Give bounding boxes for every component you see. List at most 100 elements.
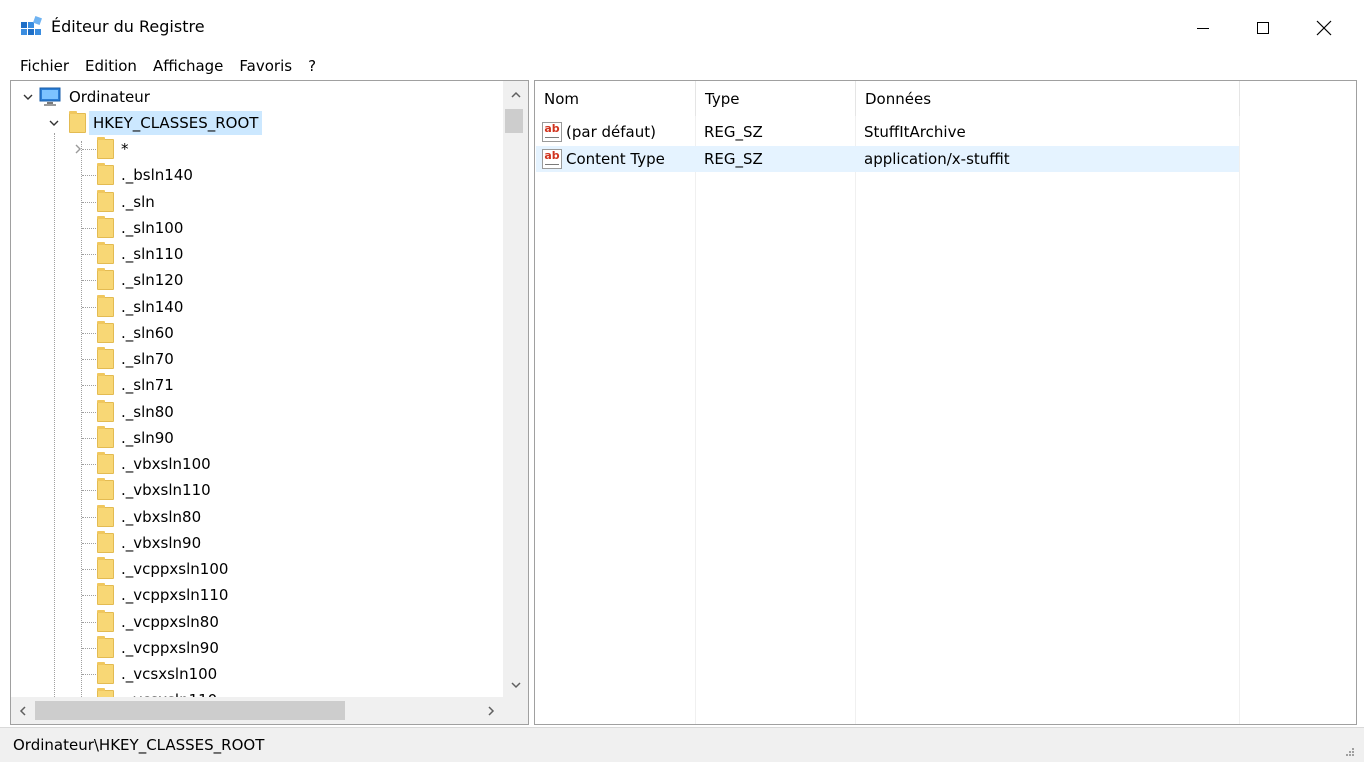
tree-node-label: ._sln120 [121,271,184,289]
value-type: REG_SZ [704,150,763,168]
chevron-down-icon [511,682,521,689]
tree-node[interactable]: ._vcsxsln100 [97,661,221,687]
tree-node-ordinateur[interactable]: Ordinateur [21,84,154,110]
tree-node-label: ._vbxsln80 [121,508,202,526]
tree-node[interactable]: ._vcppxsln100 [97,556,232,582]
tree-node[interactable]: ._sln120 [97,267,187,293]
tree-guide-line [81,141,82,697]
folder-icon [97,426,114,448]
scroll-right-button[interactable] [479,697,503,724]
scroll-left-button[interactable] [11,697,35,724]
tree-node-label: ._vcppxsln100 [121,560,229,578]
column-header-type[interactable]: Type [696,81,856,116]
tree-node[interactable]: ._vcppxsln80 [97,609,223,635]
tree-node-hkey-classes-root[interactable]: HKEY_CLASSES_ROOT [47,110,263,136]
folder-icon [97,373,114,395]
tree-node-label: ._sln90 [121,429,174,447]
folder-icon [97,557,114,579]
list-item[interactable]: ab (par défaut) REG_SZ StuffItArchive [536,119,1239,145]
tree-node[interactable]: ._vbxsln90 [97,530,205,556]
menu-favoris[interactable]: Favoris [231,54,300,78]
close-icon [1316,20,1332,36]
tree-node-label: ._vcppxsln90 [121,639,219,657]
tree-node[interactable]: ._bsln140 [97,162,197,188]
scroll-thumb[interactable] [505,109,523,133]
folder-icon [97,505,114,527]
close-button[interactable] [1301,8,1347,48]
tree-guide-line [82,307,96,308]
tree-node[interactable]: ._vcppxsln110 [97,582,232,608]
tree-node[interactable]: ._sln60 [97,320,178,346]
scroll-thumb[interactable] [35,701,345,720]
list-item[interactable]: ab Content Type REG_SZ application/x-stu… [536,146,1239,172]
menu-help[interactable]: ? [300,54,324,78]
computer-icon [39,87,61,106]
tree-guide-line [82,228,96,229]
chevron-down-icon[interactable] [47,116,61,130]
tree-node[interactable]: ._vcsxsln110 [97,687,221,697]
column-divider [1239,116,1240,724]
tree-node[interactable]: ._sln100 [97,215,187,241]
resize-grip-icon[interactable] [1344,746,1354,756]
column-header-nom[interactable]: Nom [535,81,696,116]
tree-view[interactable]: Ordinateur HKEY_CLASSES_ROOT * ._bsln140.… [11,81,503,697]
value-name: Content Type [566,150,665,168]
tree-pane[interactable]: Ordinateur HKEY_CLASSES_ROOT * ._bsln140.… [10,80,529,725]
scroll-down-button[interactable] [503,673,528,697]
menu-edition[interactable]: Edition [77,54,145,78]
value-data: application/x-stuffit [864,150,1010,168]
tree-node-label: ._vcppxsln80 [121,613,219,631]
folder-icon [97,662,114,684]
chevron-down-icon[interactable] [21,90,35,104]
folder-icon [97,583,114,605]
folder-icon [97,163,114,185]
tree-node[interactable]: ._sln [97,189,159,215]
folder-icon [97,531,114,553]
tree-node[interactable]: ._vbxsln100 [97,451,215,477]
tree-guide-line [82,412,96,413]
chevron-left-icon [19,705,26,716]
tree-node[interactable]: ._vbxsln110 [97,477,215,503]
tree-guide-line [82,569,96,570]
tree-node[interactable]: ._vcppxsln90 [97,635,223,661]
tree-guide-line [82,674,96,675]
scroll-up-button[interactable] [503,83,528,107]
tree-horizontal-scrollbar[interactable] [11,697,528,724]
tree-node-label: ._sln70 [121,350,174,368]
tree-node[interactable]: ._sln140 [97,294,187,320]
tree-node[interactable]: ._sln80 [97,399,178,425]
tree-node-label: ._sln [121,193,155,211]
menu-affichage[interactable]: Affichage [145,54,231,78]
tree-vertical-scrollbar[interactable] [503,81,528,697]
tree-node[interactable]: ._vbxsln80 [97,504,205,530]
title-bar: Éditeur du Registre [0,0,1364,52]
tree-guide-line [82,333,96,334]
menu-fichier[interactable]: Fichier [12,54,77,78]
tree-node[interactable]: ._sln90 [97,425,178,451]
tree-node-label: ._sln140 [121,298,184,316]
tree-node-label: ._vbxsln110 [121,481,211,499]
folder-icon [97,216,114,238]
value-name-cell: ab Content Type [542,146,665,172]
values-list-pane[interactable]: Nom Type Données ab (par défaut) REG_SZ … [534,80,1357,725]
tree-node-label: ._sln80 [121,403,174,421]
chevron-up-icon [511,91,521,98]
tree-node-label: ._vbxsln100 [121,455,211,473]
folder-icon [97,610,114,632]
maximize-button[interactable] [1240,8,1286,48]
tree-node[interactable]: ._sln71 [97,372,178,398]
tree-node[interactable]: ._sln70 [97,346,178,372]
tree-node-label: Ordinateur [69,88,150,106]
tree-guide-line [82,517,96,518]
folder-icon [97,295,114,317]
minimize-button[interactable] [1180,8,1226,48]
folder-icon [97,400,114,422]
tree-node[interactable]: ._sln110 [97,241,187,267]
tree-guide-line [82,254,96,255]
value-type: REG_SZ [704,123,763,141]
value-data: StuffItArchive [864,123,966,141]
column-header-donnees[interactable]: Données [856,81,1240,116]
tree-guide-line [82,622,96,623]
chevron-right-icon[interactable] [71,142,85,156]
tree-node[interactable]: * [75,136,133,162]
